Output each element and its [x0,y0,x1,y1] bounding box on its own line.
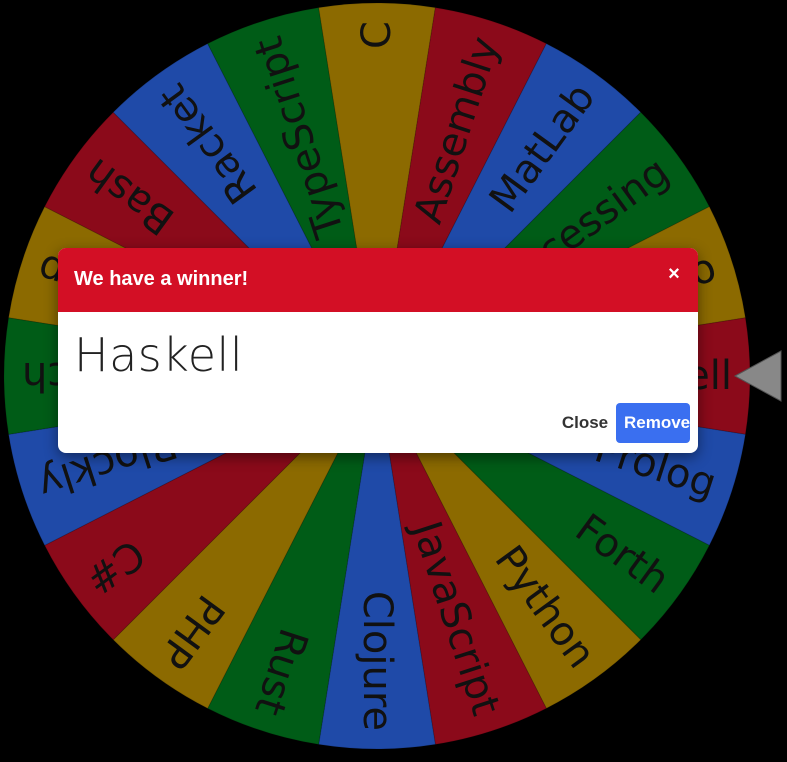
remove-button[interactable]: Remove [616,403,690,443]
winner-name: Haskell [74,328,244,382]
close-button[interactable]: Close [546,403,624,443]
close-icon[interactable]: × [662,262,686,286]
dialog-header: We have a winner! × [58,248,698,312]
winner-dialog: We have a winner! × Haskell Close Remove [58,248,698,453]
dialog-title: We have a winner! [74,268,249,290]
wheel-segment-label: Clojure [354,591,400,731]
wheel-segment-label: C [354,21,400,49]
